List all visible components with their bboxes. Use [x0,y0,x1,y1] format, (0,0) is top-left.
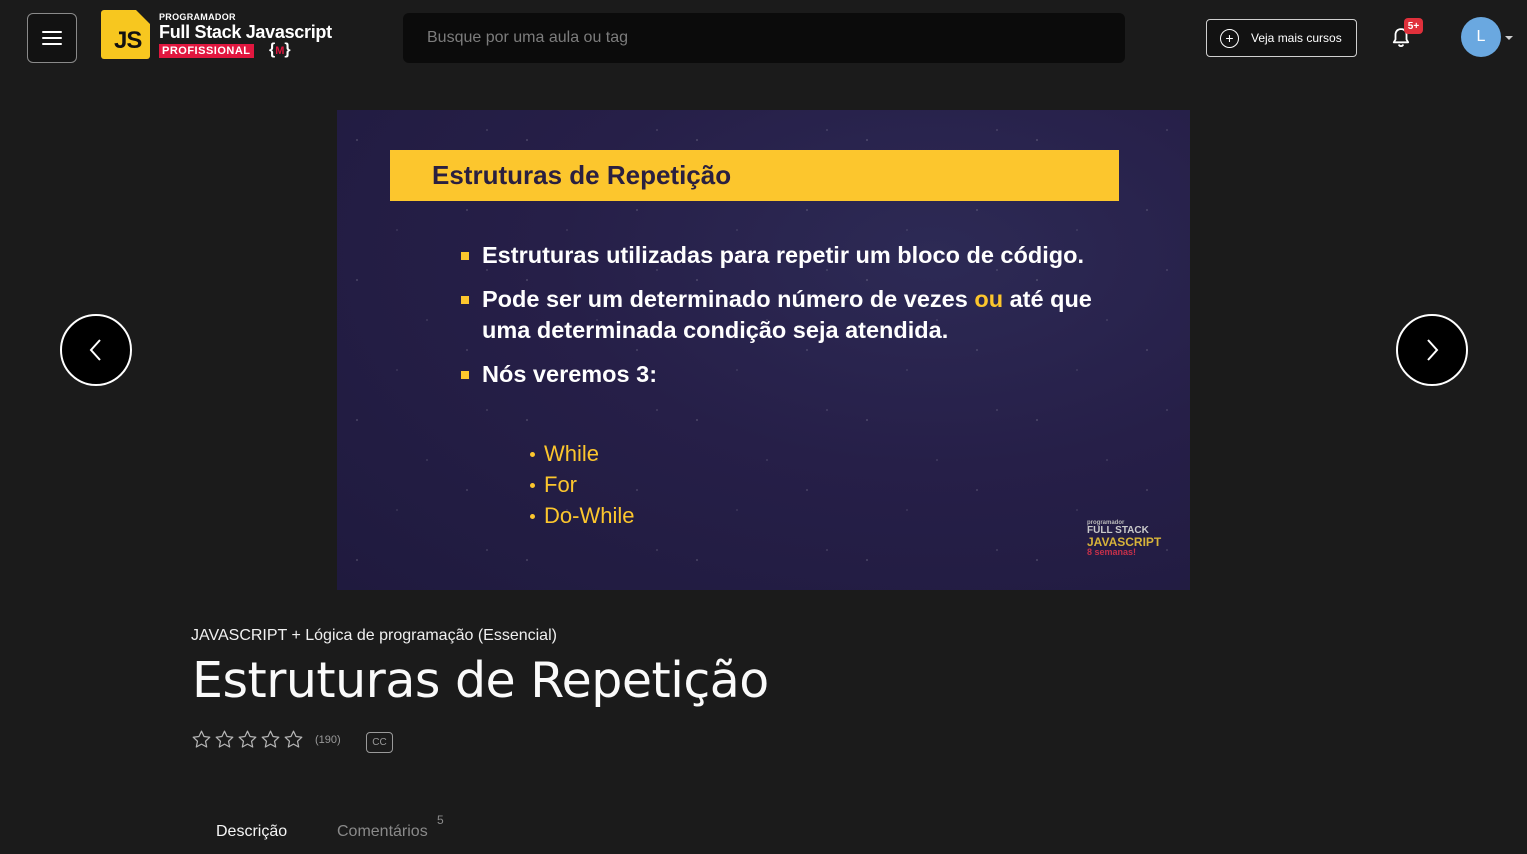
slide-bullet: Estruturas utilizadas para repetir um bl… [461,240,1111,271]
logo-title-text: Full Stack Javascript [159,22,332,42]
more-courses-button[interactable]: + Veja mais cursos [1206,19,1357,57]
slide-sub-item: Do-While [530,500,634,531]
lesson-title: Estruturas de Repetição [192,652,769,709]
chevron-right-icon [1427,339,1439,361]
star-icon[interactable] [191,729,212,750]
slide-sub-item: For [530,469,634,500]
slide-bullet: Pode ser um determinado número de vezes … [461,284,1111,346]
star-icon[interactable] [237,729,258,750]
logo-small-text: PROGRAMADOR [159,12,236,22]
more-courses-label: Veja mais cursos [1251,31,1342,45]
star-icon[interactable] [214,729,235,750]
search-input[interactable] [403,13,1125,63]
video-player[interactable]: Estruturas de Repetição Estruturas utili… [337,110,1190,590]
logo-pro-text: PROFISSIONAL [159,44,254,58]
logo-js-text: JS [114,27,142,54]
course-name: JAVASCRIPT + Lógica de programação (Esse… [191,627,557,644]
watermark-line: 8 semanas! [1087,547,1137,557]
bullet-highlight: ou [974,286,1004,312]
slide-sub-item: While [530,438,634,469]
slide-watermark-logo: programador FULL STACK JAVASCRIPT 8 sema… [1087,520,1177,557]
menu-button[interactable] [27,13,77,63]
slide-sub-list: While For Do-While [530,438,634,531]
chevron-down-icon[interactable] [1505,36,1513,40]
tab-comments[interactable]: Comentários [337,823,428,841]
next-lesson-button[interactable] [1396,314,1468,386]
rating-count: (190) [315,733,341,746]
avatar[interactable]: L [1461,17,1501,57]
star-icon[interactable] [283,729,304,750]
slide-bullets: Estruturas utilizadas para repetir um bl… [461,240,1111,403]
rating: (190) [191,729,341,750]
previous-lesson-button[interactable] [60,314,132,386]
notification-badge: 5+ [1404,18,1423,34]
tab-description[interactable]: Descrição [216,823,287,841]
course-logo[interactable]: JS PROGRAMADOR Full Stack Javascript PRO… [101,10,351,62]
plus-circle-icon: + [1220,28,1239,48]
chevron-left-icon [89,339,101,361]
slide-bullet: Nós veremos 3: [461,359,1111,390]
comments-count: 5 [437,813,444,827]
top-bar: JS PROGRAMADOR Full Stack Javascript PRO… [0,0,1527,76]
bullet-text: Pode ser um determinado número de vezes [482,286,975,312]
star-icon[interactable] [260,729,281,750]
hamburger-icon [42,31,62,45]
slide-heading: Estruturas de Repetição [390,150,1119,201]
closed-captions-icon[interactable]: CC [366,732,393,753]
braces-icon: {M} [269,41,291,58]
